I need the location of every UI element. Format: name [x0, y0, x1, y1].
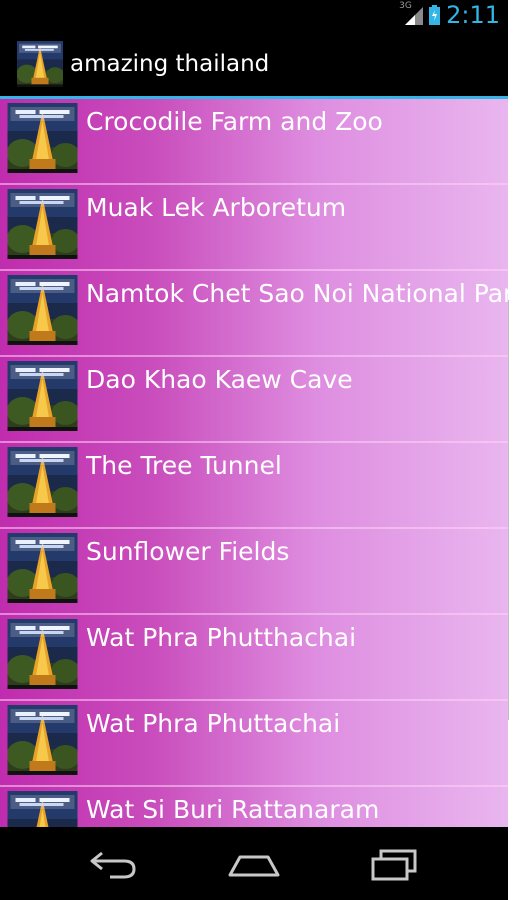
- list-item[interactable]: Muak Lek Arboretum: [0, 185, 508, 271]
- list-item[interactable]: Crocodile Farm and Zoo: [0, 99, 508, 185]
- places-list[interactable]: Crocodile Farm and Zoo Muak Lek Arboretu…: [0, 99, 508, 827]
- screen-edge: [508, 0, 517, 900]
- list-item[interactable]: Wat Phra Phutthachai: [0, 615, 508, 701]
- place-thumbnail-icon: [7, 275, 78, 345]
- list-item[interactable]: The Tree Tunnel: [0, 443, 508, 529]
- home-icon[interactable]: [224, 843, 284, 885]
- place-thumbnail-icon: [7, 533, 78, 603]
- signal-icon: 3G: [399, 1, 424, 25]
- place-thumbnail-icon: [7, 619, 78, 689]
- place-thumbnail-icon: [7, 189, 78, 259]
- action-bar: amazing thailand: [0, 30, 508, 96]
- place-thumbnail-icon: [7, 705, 78, 775]
- app-thumbnail-icon[interactable]: [17, 41, 63, 87]
- list-item[interactable]: Namtok Chet Sao Noi National Par: [0, 271, 508, 357]
- list-item[interactable]: Wat Phra Phuttachai: [0, 701, 508, 787]
- navigation-bar: [0, 827, 508, 900]
- list-item-label: Crocodile Farm and Zoo: [86, 107, 383, 136]
- list-item-label: Sunflower Fields: [86, 537, 290, 566]
- list-item-label: Wat Phra Phutthachai: [86, 623, 357, 652]
- app-title: amazing thailand: [70, 51, 270, 77]
- status-icons: 3G 2:11: [399, 1, 500, 29]
- place-thumbnail-icon: [7, 361, 78, 431]
- list-item-label: Wat Phra Phuttachai: [86, 709, 341, 738]
- list-item[interactable]: Sunflower Fields: [0, 529, 508, 615]
- list-item-label: Dao Khao Kaew Cave: [86, 365, 353, 394]
- place-thumbnail-icon: [7, 103, 78, 173]
- list-item-label: Wat Si Buri Rattanaram: [86, 795, 380, 824]
- list-item-label: Muak Lek Arboretum: [86, 193, 347, 222]
- battery-icon: [429, 5, 441, 25]
- status-clock: 2:11: [446, 1, 500, 29]
- status-bar: 3G 2:11: [0, 0, 508, 30]
- recent-apps-icon[interactable]: [365, 843, 425, 885]
- back-icon[interactable]: [84, 843, 144, 885]
- list-item-label: Namtok Chet Sao Noi National Par: [86, 279, 508, 308]
- list-item[interactable]: Wat Si Buri Rattanaram: [0, 787, 508, 827]
- place-thumbnail-icon: [7, 791, 78, 827]
- list-item[interactable]: Dao Khao Kaew Cave: [0, 357, 508, 443]
- list-item-label: The Tree Tunnel: [86, 451, 282, 480]
- scrollbar-track[interactable]: [508, 300, 509, 720]
- place-thumbnail-icon: [7, 447, 78, 517]
